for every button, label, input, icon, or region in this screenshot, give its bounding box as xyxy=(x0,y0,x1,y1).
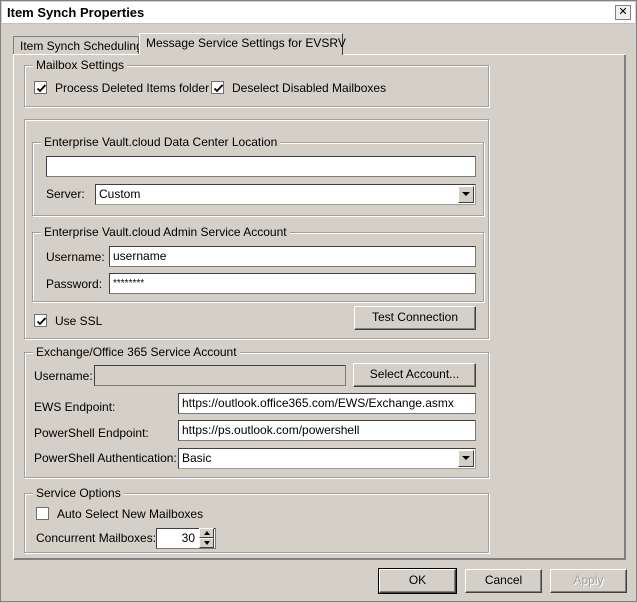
exchange-username-label: Username: xyxy=(34,369,93,383)
select-account-button[interactable]: Select Account... xyxy=(353,363,476,387)
chevron-down-icon[interactable] xyxy=(458,450,474,467)
powershell-endpoint-label: PowerShell Endpoint: xyxy=(34,426,149,440)
ok-label: OK xyxy=(408,573,427,587)
admin-username-input[interactable]: username xyxy=(109,246,476,267)
stepper-up-icon[interactable] xyxy=(199,528,214,538)
test-connection-label: Test Connection xyxy=(371,310,459,324)
dc-location-legend: Enterprise Vault.cloud Data Center Locat… xyxy=(41,135,281,149)
test-connection-button[interactable]: Test Connection xyxy=(354,306,476,330)
powershell-auth-value: Basic xyxy=(182,451,212,465)
auto-select-label: Auto Select New Mailboxes xyxy=(57,507,204,521)
dc-url-input[interactable] xyxy=(46,156,476,177)
use-ssl-checkbox[interactable] xyxy=(34,314,47,327)
concurrent-mailboxes-label: Concurrent Mailboxes: xyxy=(36,531,157,545)
exchange-account-legend: Exchange/Office 365 Service Account xyxy=(33,345,240,359)
apply-button: Apply xyxy=(550,569,627,593)
auto-select-checkbox[interactable] xyxy=(36,507,49,520)
panel-content: Mailbox Settings Process Deleted Items f… xyxy=(1,1,637,603)
admin-password-input[interactable]: ******** xyxy=(109,273,476,294)
powershell-endpoint-input[interactable]: https://ps.outlook.com/powershell xyxy=(178,420,476,441)
service-options-legend: Service Options xyxy=(33,486,124,500)
process-deleted-label: Process Deleted Items folder xyxy=(55,81,210,95)
properties-window: Item Synch Properties ✕ Item Synch Sched… xyxy=(0,0,637,602)
process-deleted-checkbox[interactable] xyxy=(34,81,47,94)
stepper-arrows xyxy=(199,528,216,549)
deselect-disabled-checkbox[interactable] xyxy=(211,81,224,94)
ews-endpoint-label: EWS Endpoint: xyxy=(34,400,116,414)
admin-account-legend: Enterprise Vault.cloud Admin Service Acc… xyxy=(41,225,290,239)
cancel-button[interactable]: Cancel xyxy=(465,569,542,593)
checkmark-icon xyxy=(36,317,47,326)
admin-password-label: Password: xyxy=(46,277,103,291)
ok-button[interactable]: OK xyxy=(378,568,457,594)
cancel-label: Cancel xyxy=(484,573,523,587)
mailbox-settings-legend: Mailbox Settings xyxy=(33,58,128,72)
server-select[interactable]: Custom xyxy=(95,184,476,205)
checkmark-icon xyxy=(213,84,224,93)
powershell-auth-label: PowerShell Authentication: xyxy=(34,451,177,465)
ews-endpoint-input[interactable]: https://outlook.office365.com/EWS/Exchan… xyxy=(178,393,476,414)
powershell-auth-select[interactable]: Basic xyxy=(178,448,476,469)
select-account-label: Select Account... xyxy=(369,367,460,381)
use-ssl-label: Use SSL xyxy=(55,314,103,328)
deselect-disabled-label: Deselect Disabled Mailboxes xyxy=(232,81,387,95)
server-label: Server: xyxy=(46,187,85,201)
exchange-username-input xyxy=(94,365,346,386)
stepper-down-icon[interactable] xyxy=(199,538,214,548)
checkmark-icon xyxy=(36,84,47,93)
server-select-value: Custom xyxy=(99,187,141,201)
apply-label: Apply xyxy=(573,573,604,587)
chevron-down-icon[interactable] xyxy=(458,186,474,203)
admin-username-label: Username: xyxy=(46,250,105,264)
